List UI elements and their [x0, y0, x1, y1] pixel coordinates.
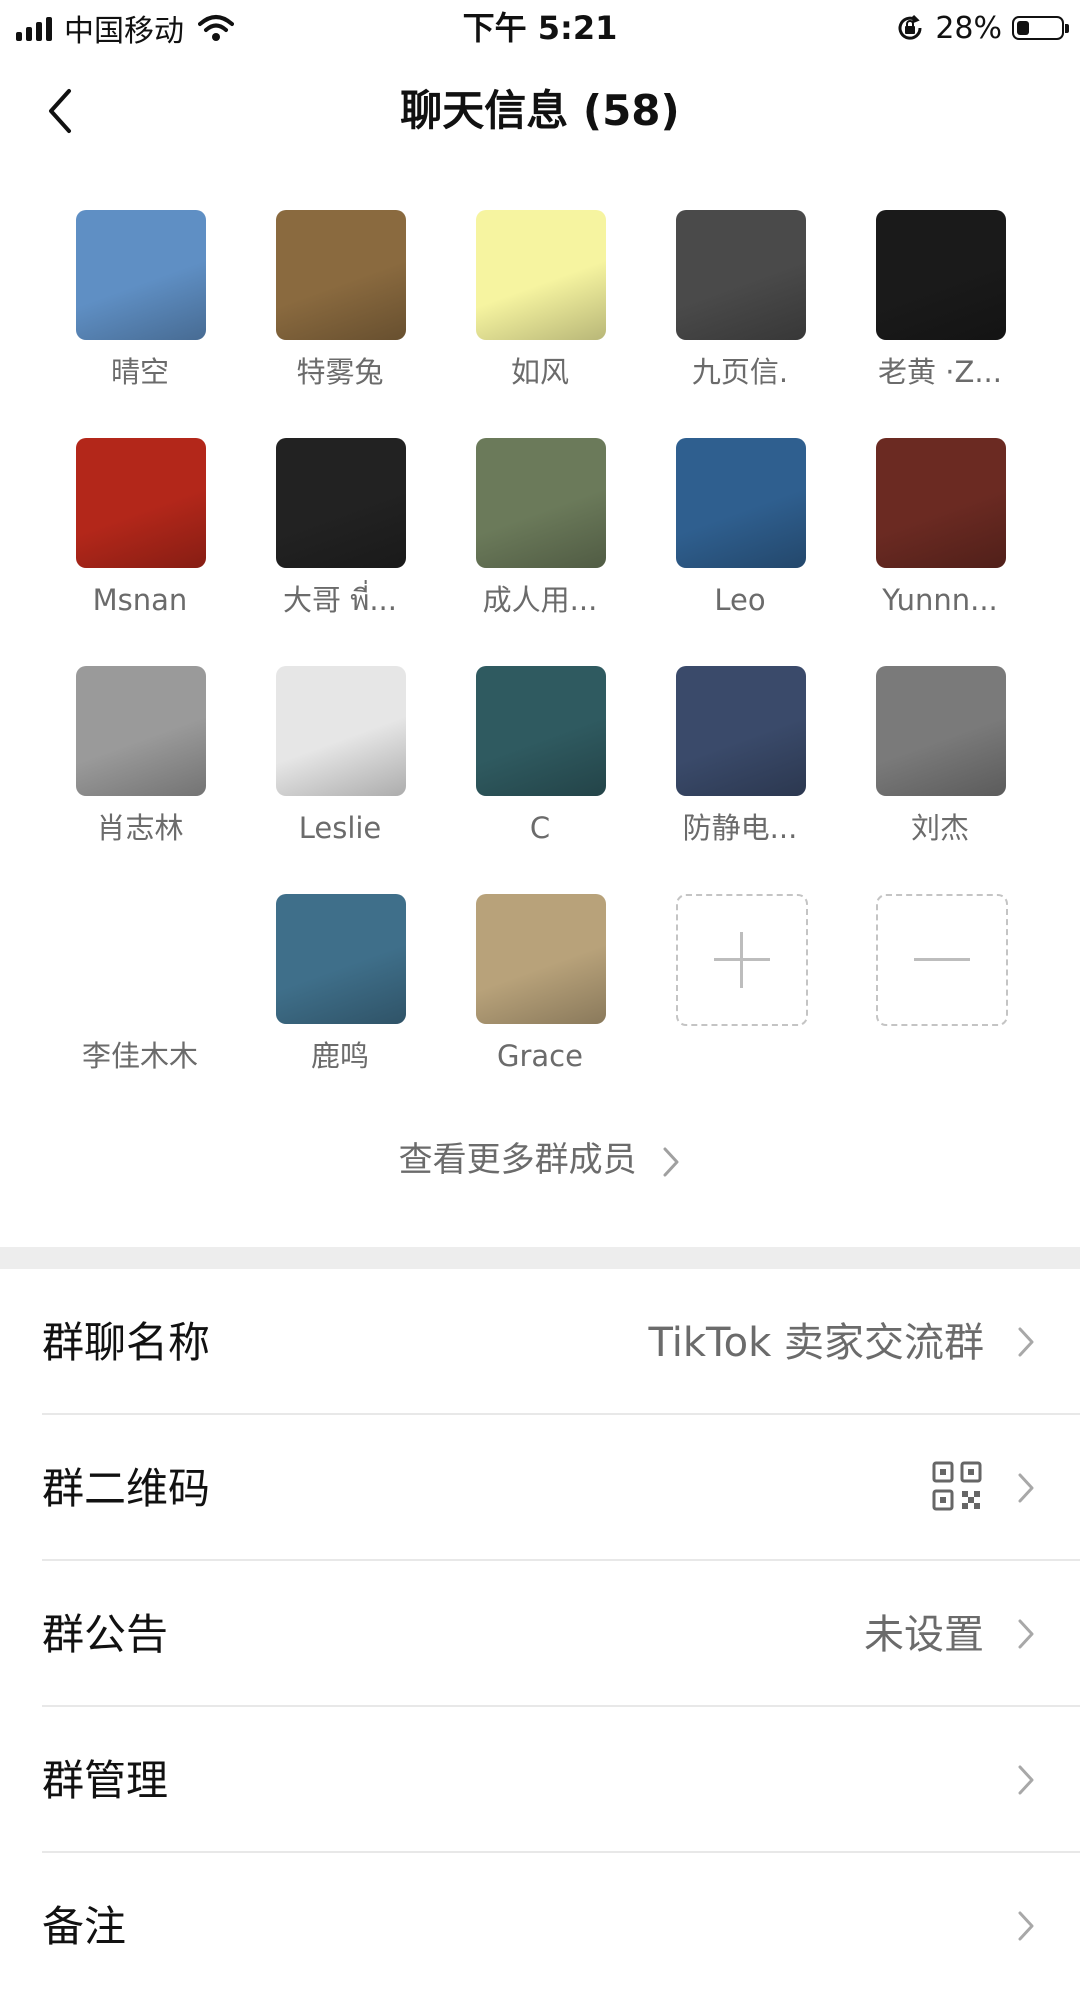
member-avatar	[876, 210, 1006, 340]
member-name: 老黄 ·Z...	[878, 355, 1002, 389]
member-avatar	[76, 894, 206, 1024]
view-more-members-label: 查看更多群成员	[398, 1140, 637, 1180]
member-name: 肖志林	[96, 811, 184, 845]
row-group-management[interactable]: 群管理	[0, 1707, 1080, 1853]
member-name: C	[529, 811, 551, 845]
member-name: Grace	[497, 1039, 583, 1073]
member-name: 鹿鸣	[310, 1039, 369, 1073]
member-avatar	[476, 210, 606, 340]
battery-icon	[1012, 16, 1069, 40]
row-group-announcement[interactable]: 群公告 未设置	[0, 1561, 1080, 1707]
view-more-members-link[interactable]: 查看更多群成员	[0, 1130, 1080, 1190]
member-name: 如风	[510, 355, 569, 389]
chevron-right-icon	[1018, 1473, 1034, 1503]
row-label: 群聊名称	[42, 1318, 211, 1367]
member-avatar	[76, 210, 206, 340]
member-avatar	[676, 666, 806, 796]
plus-icon-vertical	[740, 932, 743, 988]
member-item[interactable]: 如风	[440, 210, 640, 410]
member-item[interactable]: Leslie	[240, 666, 440, 866]
chevron-right-icon	[1018, 1619, 1034, 1649]
row-group-qrcode[interactable]: 群二维码	[0, 1415, 1080, 1561]
chevron-right-icon	[1018, 1327, 1034, 1357]
row-label: 群管理	[42, 1756, 169, 1805]
member-name: Yunnn...	[882, 583, 998, 617]
add-member-button[interactable]	[676, 894, 808, 1026]
member-item[interactable]: 晴空	[40, 210, 240, 410]
member-avatar	[676, 210, 806, 340]
member-item[interactable]: C	[440, 666, 640, 866]
announcement-value: 未设置	[864, 1612, 984, 1658]
group-name-value: TikTok 卖家交流群	[648, 1320, 984, 1366]
battery-percent: 28%	[935, 10, 1002, 46]
member-name: 刘杰	[910, 811, 969, 845]
member-name: Msnan	[92, 583, 188, 617]
row-label: 备注	[42, 1902, 127, 1951]
row-group-name[interactable]: 群聊名称 TikTok 卖家交流群	[0, 1269, 1080, 1415]
member-name: 晴空	[110, 355, 169, 389]
member-avatar	[676, 438, 806, 568]
member-name: 防静电...	[682, 811, 798, 845]
member-item[interactable]: 老黄 ·Z...	[840, 210, 1040, 410]
orientation-lock-icon	[898, 14, 922, 40]
row-label: 群二维码	[42, 1464, 211, 1513]
remove-member-slot	[840, 894, 1040, 1094]
member-avatar	[76, 438, 206, 568]
chevron-right-icon	[1018, 1765, 1034, 1795]
member-avatar	[876, 666, 1006, 796]
add-member-slot	[640, 894, 840, 1094]
chevron-right-icon	[1018, 1911, 1034, 1941]
member-item[interactable]: 肖志林	[40, 666, 240, 866]
member-name: 特雾兔	[296, 355, 384, 389]
member-name: 九页信.	[691, 355, 789, 389]
member-name: Leo	[714, 583, 766, 617]
member-name: 李佳木木	[81, 1039, 198, 1073]
member-item[interactable]: 刘杰	[840, 666, 1040, 866]
status-right: 28%	[895, 6, 1069, 50]
member-avatar	[76, 666, 206, 796]
member-avatar	[276, 666, 406, 796]
member-avatar	[276, 438, 406, 568]
row-label: 群公告	[42, 1610, 169, 1659]
member-avatar	[476, 438, 606, 568]
minus-icon	[914, 958, 970, 961]
member-item[interactable]: Yunnn...	[840, 438, 1040, 638]
member-item[interactable]: Msnan	[40, 438, 240, 638]
member-item[interactable]: 成人用...	[440, 438, 640, 638]
member-item[interactable]: Grace	[440, 894, 640, 1094]
member-name: 大哥 พี่...	[283, 583, 397, 617]
member-avatar	[276, 894, 406, 1024]
qr-code-icon	[932, 1461, 982, 1511]
page-title: 聊天信息 (58)	[400, 86, 680, 135]
member-name: 成人用...	[482, 583, 598, 617]
row-remark[interactable]: 备注	[0, 1853, 1080, 1999]
remove-member-button[interactable]	[876, 894, 1008, 1026]
member-avatar	[276, 210, 406, 340]
member-avatar	[476, 894, 606, 1024]
member-avatar	[876, 438, 1006, 568]
section-divider	[0, 1247, 1080, 1269]
member-item[interactable]: 九页信.	[640, 210, 840, 410]
member-item[interactable]: 特雾兔	[240, 210, 440, 410]
status-bar: 中国移动 下午 5:21 28%	[0, 0, 1080, 56]
member-item[interactable]: 鹿鸣	[240, 894, 440, 1094]
battery-fill	[1017, 21, 1029, 35]
member-avatar	[476, 666, 606, 796]
member-item[interactable]: 防静电...	[640, 666, 840, 866]
member-name: Leslie	[298, 811, 382, 845]
nav-bar: 聊天信息 (58)	[0, 56, 1080, 166]
member-item[interactable]: 李佳木木	[40, 894, 240, 1094]
member-item[interactable]: 大哥 พี่...	[240, 438, 440, 638]
chevron-right-icon	[663, 1147, 679, 1176]
member-item[interactable]: Leo	[640, 438, 840, 638]
